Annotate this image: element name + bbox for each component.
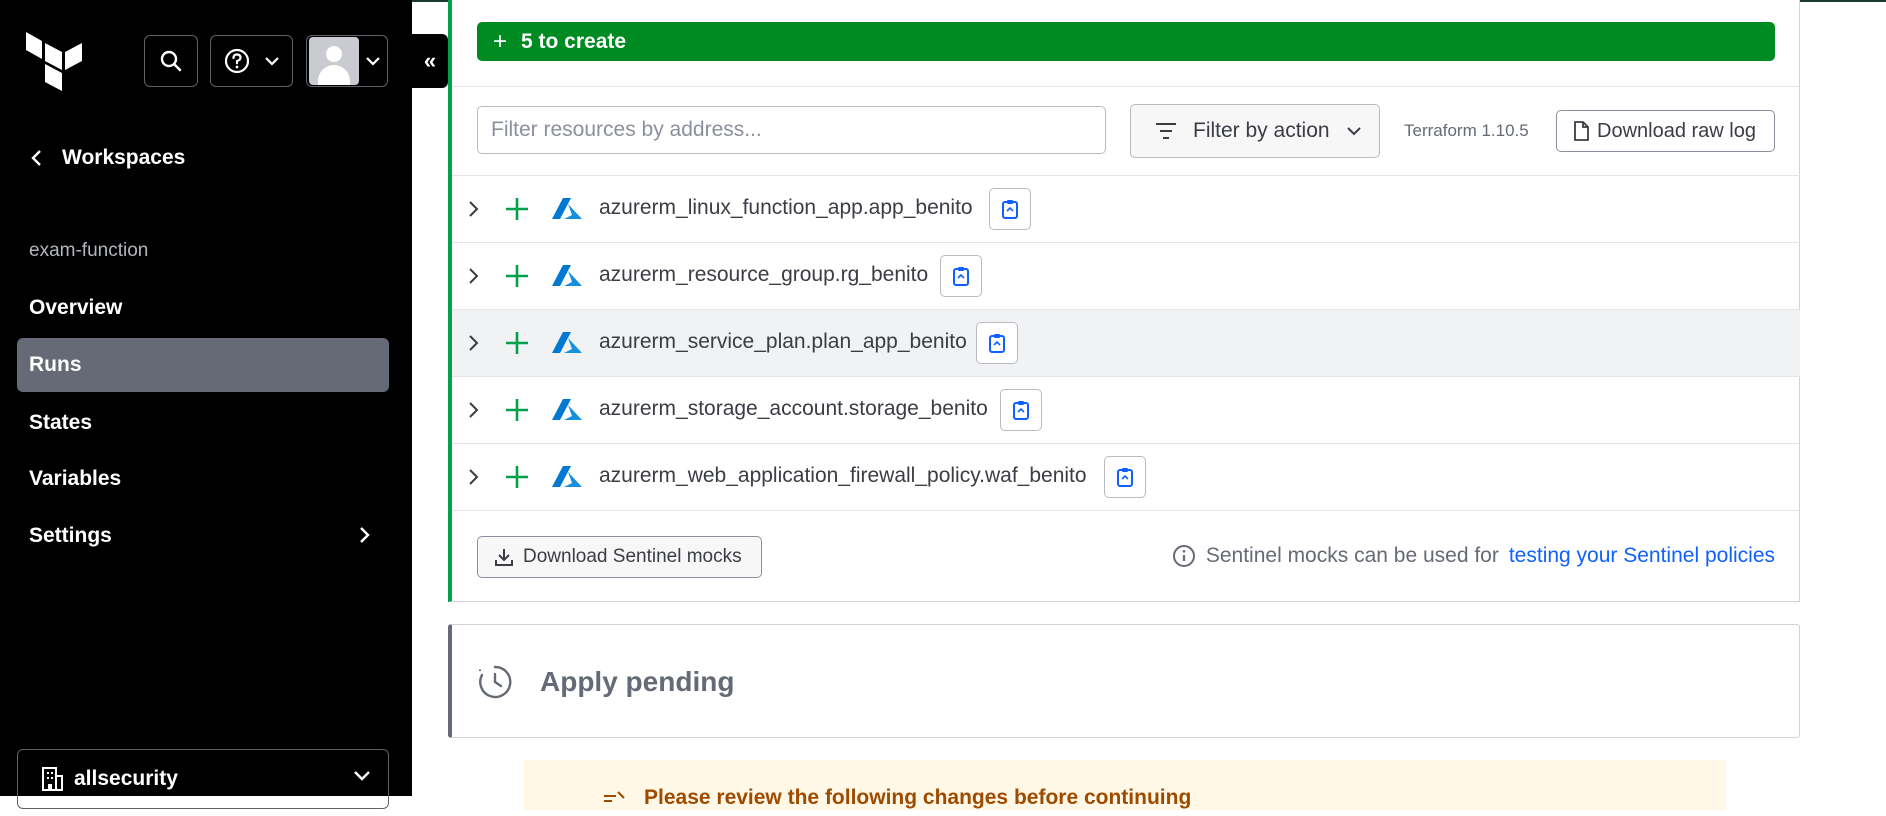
help-menu-button[interactable] xyxy=(210,35,293,87)
resource-row[interactable]: azurerm_web_application_firewall_policy.… xyxy=(452,443,1800,510)
download-raw-log-button[interactable]: Download raw log xyxy=(1556,110,1775,152)
plus-icon xyxy=(506,265,528,287)
filter-by-action-button[interactable]: Filter by action xyxy=(1130,104,1380,158)
chevron-left-icon xyxy=(31,150,41,166)
create-count: 5 to create xyxy=(521,29,627,53)
back-link-label: Workspaces xyxy=(62,146,186,169)
plus-icon xyxy=(506,466,528,488)
plus-icon xyxy=(506,198,528,220)
review-notice-text: Please review the following changes befo… xyxy=(644,786,1192,809)
divider xyxy=(452,510,1800,511)
chevron-down-icon xyxy=(1346,127,1361,136)
plus-icon xyxy=(506,399,528,421)
clipboard-icon xyxy=(953,267,969,286)
copy-address-button[interactable] xyxy=(1000,389,1042,431)
clipboard-icon xyxy=(1002,200,1018,219)
edit-icon xyxy=(604,791,625,802)
copy-address-button[interactable] xyxy=(989,188,1031,230)
org-name: allsecurity xyxy=(74,767,178,790)
sidebar-item-variables[interactable]: Variables xyxy=(17,452,389,506)
resource-address: azurerm_resource_group.rg_benito xyxy=(599,263,929,286)
resource-address: azurerm_web_application_firewall_policy.… xyxy=(599,464,1087,487)
download-sentinel-mocks-label: Download Sentinel mocks xyxy=(523,546,742,567)
file-icon xyxy=(1574,121,1589,141)
user-menu-button[interactable] xyxy=(306,35,388,87)
filter-resources-input[interactable] xyxy=(477,106,1106,154)
sentinel-note-text: Sentinel mocks can be used for xyxy=(1205,544,1499,567)
workspaces-back-link[interactable]: Workspaces xyxy=(30,146,185,170)
clipboard-icon xyxy=(989,334,1005,353)
azure-icon xyxy=(552,198,582,219)
chevron-right-icon xyxy=(360,527,370,543)
clipboard-icon xyxy=(1013,401,1029,420)
terraform-logo[interactable] xyxy=(26,32,82,92)
chevron-right-icon[interactable] xyxy=(467,399,481,421)
resource-address: azurerm_service_plan.plan_app_benito xyxy=(599,330,967,353)
sidebar-item-overview[interactable]: Overview xyxy=(17,281,389,335)
filter-by-action-label: Filter by action xyxy=(1193,119,1330,142)
resource-row[interactable]: azurerm_service_plan.plan_app_benito xyxy=(452,309,1800,376)
clipboard-icon xyxy=(1117,468,1133,487)
chevron-right-icon[interactable] xyxy=(467,198,481,220)
organization-selector[interactable]: allsecurity xyxy=(17,749,389,809)
chevron-right-icon[interactable] xyxy=(467,265,481,287)
azure-icon xyxy=(552,399,582,420)
collapse-sidebar-button[interactable]: « xyxy=(412,34,448,88)
clock-icon xyxy=(479,665,512,699)
sentinel-policies-link[interactable]: testing your Sentinel policies xyxy=(1509,544,1775,568)
sidebar-item-runs[interactable]: Runs xyxy=(17,338,389,392)
chevron-right-icon[interactable] xyxy=(467,466,481,488)
apply-pending-card: Apply pending xyxy=(448,624,1800,738)
copy-address-button[interactable] xyxy=(940,255,982,297)
azure-icon xyxy=(552,265,582,286)
review-notice: Please review the following changes befo… xyxy=(524,760,1726,810)
divider xyxy=(452,86,1800,87)
chevron-down-icon xyxy=(354,771,370,781)
workspace-name: exam-function xyxy=(29,240,149,261)
avatar xyxy=(309,37,359,85)
building-icon xyxy=(42,767,63,791)
resource-row[interactable]: azurerm_resource_group.rg_benito xyxy=(452,242,1800,309)
resource-address: azurerm_storage_account.storage_benito xyxy=(599,397,988,420)
chevron-right-icon[interactable] xyxy=(467,332,481,354)
sidebar-item-states[interactable]: States xyxy=(17,396,389,450)
copy-address-button[interactable] xyxy=(1104,456,1146,498)
sidebar-item-settings[interactable]: Settings xyxy=(17,509,389,563)
plus-icon: + xyxy=(493,27,508,55)
terraform-version: Terraform 1.10.5 xyxy=(1404,121,1529,140)
filter-icon xyxy=(1156,123,1176,139)
resource-row[interactable]: azurerm_storage_account.storage_benito xyxy=(452,376,1800,443)
info-icon xyxy=(1172,545,1195,567)
azure-icon xyxy=(552,466,582,487)
azure-icon xyxy=(552,332,582,353)
download-icon xyxy=(495,549,513,566)
sidebar: Workspaces exam-function Overview Runs S… xyxy=(0,0,412,809)
resource-address: azurerm_linux_function_app.app_benito xyxy=(599,196,973,219)
search-icon xyxy=(160,50,182,72)
download-raw-log-label: Download raw log xyxy=(1597,119,1756,142)
collapse-icon: « xyxy=(423,48,437,73)
copy-address-button[interactable] xyxy=(976,322,1018,364)
resource-row[interactable]: azurerm_linux_function_app.app_benito xyxy=(452,175,1800,242)
sentinel-note: Sentinel mocks can be used for testing y… xyxy=(1172,544,1775,568)
search-button[interactable] xyxy=(144,35,198,87)
plus-icon xyxy=(506,332,528,354)
chevron-down-icon xyxy=(366,57,380,66)
create-summary-banner: + 5 to create xyxy=(477,22,1775,61)
download-sentinel-mocks-button[interactable]: Download Sentinel mocks xyxy=(477,536,762,578)
chevron-down-icon xyxy=(264,57,279,66)
apply-pending-title: Apply pending xyxy=(540,666,735,697)
help-icon xyxy=(224,48,249,74)
